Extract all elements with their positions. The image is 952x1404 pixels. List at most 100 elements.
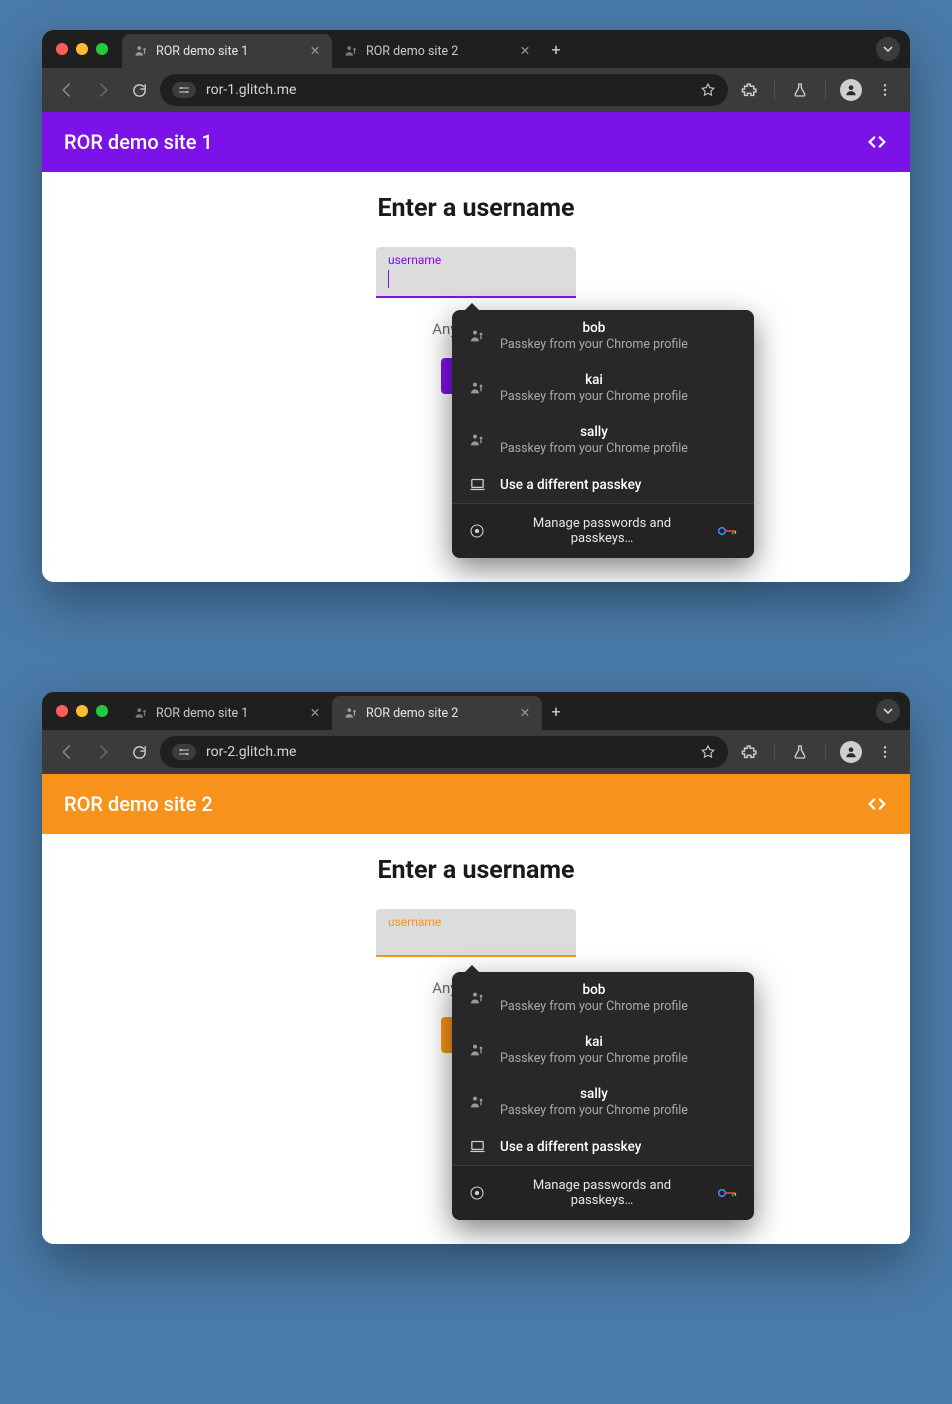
passkey-icon	[134, 706, 148, 720]
passkey-suggestion[interactable]: bob Passkey from your Chrome profile	[452, 310, 754, 362]
reload-button[interactable]	[124, 75, 154, 105]
passkey-icon	[468, 380, 486, 396]
tab-strip: ROR demo site 1 ✕ ROR demo site 2 ✕ +	[42, 692, 910, 730]
labs-icon[interactable]	[785, 737, 815, 767]
passkey-icon	[344, 706, 358, 720]
forward-button[interactable]	[88, 75, 118, 105]
window-close-button[interactable]	[56, 705, 68, 717]
username-field[interactable]: username	[376, 909, 576, 957]
passkey-name: bob	[500, 982, 688, 998]
browser-window-2: ROR demo site 1 ✕ ROR demo site 2 ✕ +	[42, 692, 910, 1244]
passkey-sub: Passkey from your Chrome profile	[500, 1051, 688, 1066]
laptop-icon	[468, 476, 486, 493]
chrome-top: ROR demo site 1 ✕ ROR demo site 2 ✕ +	[42, 692, 910, 774]
manage-passwords[interactable]: Manage passwords and passkeys…	[452, 504, 754, 558]
tab-1[interactable]: ROR demo site 1 ✕	[122, 696, 332, 730]
passkey-suggestion[interactable]: sally Passkey from your Chrome profile	[452, 1076, 754, 1128]
app-header: ROR demo site 1	[42, 112, 910, 172]
input-label: username	[388, 253, 564, 267]
passkey-name: sally	[500, 1086, 688, 1102]
passkey-sub: Passkey from your Chrome profile	[500, 337, 688, 352]
passkey-popup: bob Passkey from your Chrome profile kai…	[452, 972, 754, 1220]
site-settings-icon[interactable]	[172, 744, 196, 760]
use-different-passkey[interactable]: Use a different passkey	[452, 466, 754, 503]
passkey-name: kai	[500, 1034, 688, 1050]
tab-title: ROR demo site 1	[156, 44, 300, 59]
menu-icon[interactable]	[870, 737, 900, 767]
extensions-icon[interactable]	[734, 737, 764, 767]
window-zoom-button[interactable]	[96, 43, 108, 55]
use-different-label: Use a different passkey	[500, 477, 641, 493]
browser-window-1: ROR demo site 1 ✕ ROR demo site 2 ✕ +	[42, 30, 910, 582]
main-content: Enter a username username Any usernam bo…	[42, 834, 910, 1057]
profile-button[interactable]	[836, 75, 866, 105]
tab-title: ROR demo site 2	[366, 706, 510, 721]
tab-dropdown-button[interactable]	[876, 37, 900, 61]
passkey-suggestion[interactable]: kai Passkey from your Chrome profile	[452, 362, 754, 414]
address-bar[interactable]: ror-2.glitch.me	[160, 736, 728, 768]
laptop-icon	[468, 1138, 486, 1155]
manage-passwords[interactable]: Manage passwords and passkeys…	[452, 1166, 754, 1220]
url-text: ror-2.glitch.me	[206, 744, 690, 760]
bookmark-star-icon[interactable]	[700, 82, 716, 98]
toolbar-right-icons	[734, 737, 900, 767]
extensions-icon[interactable]	[734, 75, 764, 105]
tab-dropdown-button[interactable]	[876, 699, 900, 723]
tab-2[interactable]: ROR demo site 2 ✕	[332, 696, 542, 730]
text-cursor	[388, 270, 389, 288]
username-field[interactable]: username	[376, 247, 576, 298]
close-icon[interactable]: ✕	[308, 43, 322, 59]
tab-title: ROR demo site 2	[366, 44, 510, 59]
page-heading: Enter a username	[42, 856, 910, 885]
use-different-passkey[interactable]: Use a different passkey	[452, 1128, 754, 1165]
passkey-icon	[468, 1094, 486, 1110]
labs-icon[interactable]	[785, 75, 815, 105]
passkey-name: kai	[500, 372, 688, 388]
code-icon[interactable]	[866, 793, 888, 815]
tab-title: ROR demo site 1	[156, 706, 300, 721]
url-text: ror-1.glitch.me	[206, 82, 690, 98]
passkey-sub: Passkey from your Chrome profile	[500, 1103, 688, 1118]
code-icon[interactable]	[866, 131, 888, 153]
main-content: Enter a username username Any usernam bo…	[42, 172, 910, 398]
site-settings-icon[interactable]	[172, 82, 196, 98]
menu-icon[interactable]	[870, 75, 900, 105]
passkey-suggestion[interactable]: kai Passkey from your Chrome profile	[452, 1024, 754, 1076]
close-icon[interactable]: ✕	[518, 43, 532, 59]
passkey-sub: Passkey from your Chrome profile	[500, 999, 688, 1014]
new-tab-button[interactable]: +	[542, 40, 570, 59]
tab-2[interactable]: ROR demo site 2 ✕	[332, 34, 542, 68]
profile-button[interactable]	[836, 737, 866, 767]
address-bar[interactable]: ror-1.glitch.me	[160, 74, 728, 106]
input-label: username	[388, 915, 564, 929]
back-button[interactable]	[52, 737, 82, 767]
forward-button[interactable]	[88, 737, 118, 767]
close-icon[interactable]: ✕	[518, 705, 532, 721]
passkey-icon	[468, 990, 486, 1006]
chrome-icon	[468, 1185, 486, 1201]
window-minimize-button[interactable]	[76, 705, 88, 717]
window-minimize-button[interactable]	[76, 43, 88, 55]
new-tab-button[interactable]: +	[542, 702, 570, 721]
toolbar: ror-2.glitch.me	[42, 730, 910, 774]
passkey-icon	[468, 328, 486, 344]
key-icon	[718, 524, 738, 538]
page-title: ROR demo site 1	[64, 130, 213, 154]
back-button[interactable]	[52, 75, 82, 105]
bookmark-star-icon[interactable]	[700, 744, 716, 760]
tab-1[interactable]: ROR demo site 1 ✕	[122, 34, 332, 68]
key-icon	[718, 1186, 738, 1200]
manage-label: Manage passwords and passkeys…	[500, 1178, 704, 1208]
reload-button[interactable]	[124, 737, 154, 767]
page-title: ROR demo site 2	[64, 792, 213, 816]
window-close-button[interactable]	[56, 43, 68, 55]
toolbar-right-icons	[734, 75, 900, 105]
close-icon[interactable]: ✕	[308, 705, 322, 721]
page-content: ROR demo site 1 Enter a username usernam…	[42, 112, 910, 582]
use-different-label: Use a different passkey	[500, 1139, 641, 1155]
window-zoom-button[interactable]	[96, 705, 108, 717]
passkey-suggestion[interactable]: bob Passkey from your Chrome profile	[452, 972, 754, 1024]
passkey-suggestion[interactable]: sally Passkey from your Chrome profile	[452, 414, 754, 466]
app-header: ROR demo site 2	[42, 774, 910, 834]
page-content: ROR demo site 2 Enter a username usernam…	[42, 774, 910, 1244]
